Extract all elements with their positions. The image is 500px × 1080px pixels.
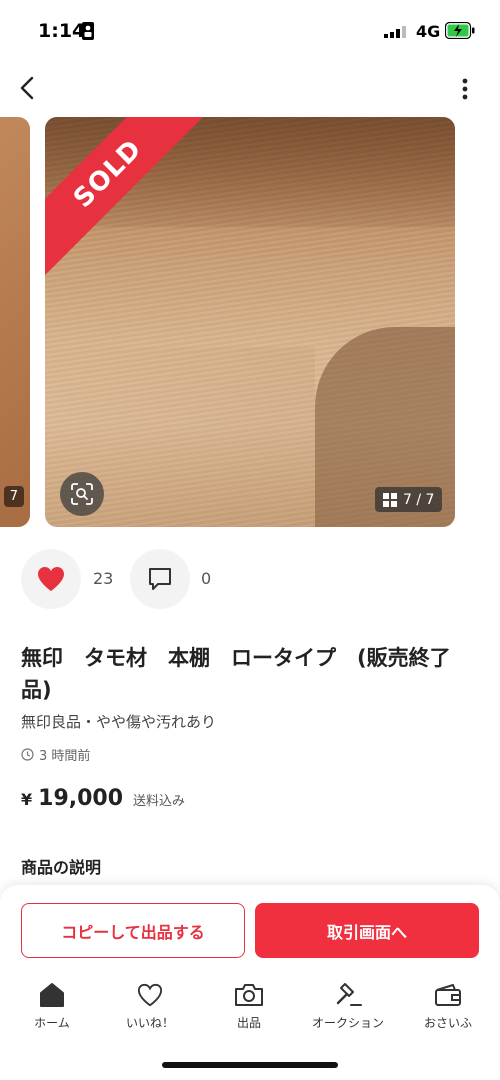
comment-icon xyxy=(149,568,171,590)
nav-item-home[interactable]: ホーム xyxy=(2,980,102,1040)
nav-item-sell[interactable]: 出品 xyxy=(199,980,299,1040)
image-carousel[interactable]: 7 SOLD 7 / 7 xyxy=(0,117,500,529)
description-heading: 商品の説明 xyxy=(21,858,102,877)
heart-icon xyxy=(137,983,163,1007)
lock-icon xyxy=(82,22,94,40)
like-button[interactable] xyxy=(21,549,81,609)
wallet-icon xyxy=(435,984,461,1006)
like-count: 23 xyxy=(93,569,114,588)
nav-item-likes[interactable]: いいね！ xyxy=(100,980,200,1040)
grid-icon xyxy=(383,492,397,507)
posted-time: 3 時間前 xyxy=(21,745,90,764)
previous-product-image[interactable]: 7 xyxy=(0,117,30,527)
previous-image-counter: 7 xyxy=(3,486,24,507)
price-value: 19,000 xyxy=(38,786,124,811)
product-subtitle: 無印良品・やや傷や汚れあり xyxy=(21,713,217,731)
signal-icon xyxy=(384,26,406,38)
bottom-nav: ホーム いいね！ 出品 オークション おさいふ xyxy=(0,980,500,1040)
back-button[interactable] xyxy=(14,74,42,102)
product-title: 無印 タモ材 本棚 ロータイプ (販売終了品) xyxy=(21,646,451,702)
nav-label-wallet: おさいふ xyxy=(423,1016,472,1030)
image-search-button[interactable] xyxy=(60,472,104,516)
nav-item-wallet[interactable]: おさいふ xyxy=(398,980,498,1040)
price-currency: ¥ xyxy=(21,790,33,809)
item-detail-page: 1:14 4G 7 SOLD 7 / 7 23 0 無印 タモ材 本棚 ロータイ… xyxy=(0,0,500,1080)
posted-time-text: 3 時間前 xyxy=(39,749,91,764)
image-counter-text: 7 / 7 xyxy=(403,491,435,508)
nav-label-likes: いいね！ xyxy=(125,1016,174,1030)
go-to-transaction-button[interactable]: 取引画面へ xyxy=(255,903,479,958)
gavel-icon xyxy=(336,983,362,1006)
home-icon xyxy=(40,983,64,1007)
shipping-note: 送料込み xyxy=(133,794,186,809)
clock-icon xyxy=(21,748,34,761)
nav-label-sell: 出品 xyxy=(236,1016,261,1030)
heart-filled-icon xyxy=(38,567,64,591)
camera-icon xyxy=(235,984,263,1006)
network-type: 4G xyxy=(416,22,441,41)
battery-charging-icon xyxy=(445,22,475,39)
chevron-left-icon xyxy=(20,76,34,100)
comment-button[interactable] xyxy=(130,549,190,609)
copy-and-list-button[interactable]: コピーして出品する xyxy=(21,903,245,958)
product-image[interactable]: SOLD 7 / 7 xyxy=(45,117,455,527)
status-time: 1:14 xyxy=(38,20,86,42)
image-counter[interactable]: 7 / 7 xyxy=(375,487,443,512)
status-bar: 1:14 4G xyxy=(0,0,500,60)
nav-label-auction: オークション xyxy=(311,1016,384,1030)
comment-count: 0 xyxy=(201,569,212,588)
home-indicator xyxy=(162,1062,338,1068)
nav-label-home: ホーム xyxy=(34,1016,70,1030)
more-vertical-icon xyxy=(462,78,468,100)
scan-search-icon xyxy=(71,483,93,505)
more-options-button[interactable] xyxy=(455,76,475,102)
nav-item-auction[interactable]: オークション xyxy=(298,980,398,1040)
price-row: ¥ 19,000 送料込み xyxy=(21,786,185,811)
